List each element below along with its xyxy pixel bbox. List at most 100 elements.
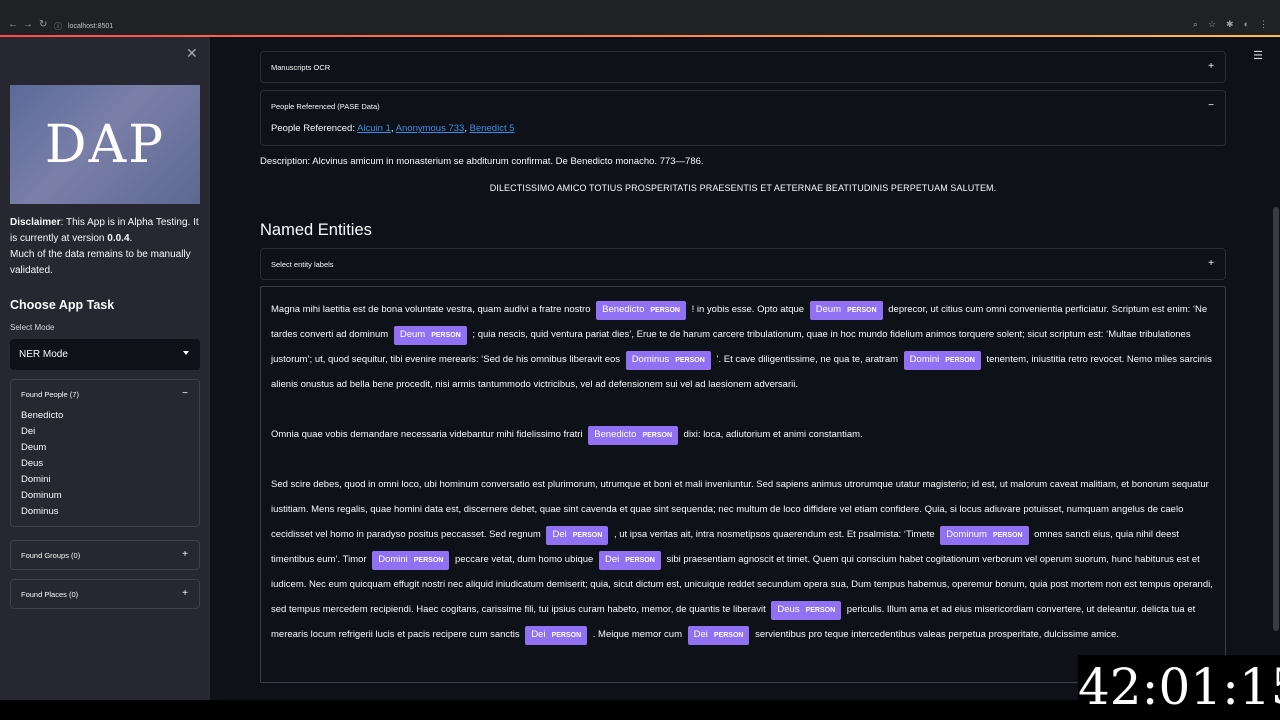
entity-label: PERSON [713, 632, 744, 639]
entity-highlight: Deum PERSON [809, 301, 883, 320]
entity-text: Benedicto [602, 304, 645, 315]
address-bar[interactable]: ⓘ localhost:8501 [54, 18, 1224, 34]
letter-description: Description: Alcvinus amicum in monaster… [260, 156, 704, 167]
pase-link[interactable]: Alcuin 1 [357, 123, 391, 134]
collapse-icon[interactable]: − [182, 388, 188, 399]
found-places-label: Found Places (0) [21, 589, 79, 599]
entity-labels-expander: Select entity labels + [260, 248, 1226, 280]
text-segment: ! in yobis esse. Opto atque [688, 304, 807, 315]
hamburger-menu-icon[interactable]: ☰ [1253, 49, 1263, 62]
entity-label: PERSON [650, 307, 680, 314]
entity-label: PERSON [431, 332, 461, 339]
entity-text: Deus [777, 604, 800, 615]
entity-text: Dei [693, 629, 708, 640]
chevron-down-icon [183, 351, 189, 355]
choose-task-heading: Choose App Task [10, 298, 115, 312]
ner-text-panel: Magna mihi laetitia est de bona voluntat… [260, 286, 1226, 683]
entity-labels-header[interactable]: Select entity labels [261, 249, 1225, 279]
logo-text: DAP [44, 114, 166, 175]
text-segment: , ut ipsa veritas ait, intra nosmetipsos… [611, 529, 938, 540]
found-places-expander: Found Places (0) + [10, 579, 200, 609]
entity-text: Domini [378, 554, 408, 565]
bottom-strip [0, 700, 1078, 720]
text-segment: Magna mihi laetitia est de bona voluntat… [271, 304, 594, 315]
expand-icon[interactable]: + [1208, 61, 1214, 72]
people-referenced-expander: People Referenced (PASE Data) − People R… [260, 90, 1226, 146]
entity-highlight: Deus PERSON [771, 601, 842, 620]
people-referenced-line: People Referenced: Alcuin 1, Anonymous 7… [271, 123, 515, 134]
manuscripts-label: Manuscripts OCR [271, 62, 331, 72]
entity-label: PERSON [642, 432, 673, 439]
main-content: ☰ Manuscripts OCR + People Referenced (P… [210, 37, 1280, 700]
found-person-item: Deum [21, 442, 47, 453]
profile-icon[interactable]: ◐ [1244, 19, 1249, 30]
found-person-item: Dominus [21, 506, 59, 517]
entity-highlight: Domini PERSON [372, 551, 450, 570]
entity-text: Dei [552, 529, 567, 540]
entity-text: Dominus [631, 354, 670, 365]
pase-link[interactable]: Anonymous 733 [396, 123, 465, 134]
found-people-label: Found People (7) [21, 389, 79, 399]
mode-select-value: NER Mode [19, 349, 68, 360]
ner-paragraph: Omnia quae vobis demandare necessaria vi… [271, 422, 1215, 447]
entity-text: Deum [815, 304, 842, 315]
entity-text: Deum [399, 329, 426, 340]
entity-highlight: Domini PERSON [903, 351, 981, 370]
found-groups-expander: Found Groups (0) + [10, 540, 200, 570]
entity-highlight: Dei PERSON [525, 626, 588, 645]
found-people-expander: Found People (7) − Benedicto Dei Deum Deus D… [10, 379, 200, 527]
entity-highlight: Deum PERSON [393, 326, 467, 345]
entity-text: Dei [604, 554, 620, 565]
expand-icon[interactable]: + [1208, 258, 1214, 269]
entity-highlight: Benedicto PERSON [588, 426, 679, 445]
text-segment: dixi: loca, adiutorium et animi constant… [681, 429, 863, 440]
disclaimer-period: . [129, 233, 133, 244]
reload-icon[interactable]: ↻ [39, 19, 47, 30]
close-sidebar-icon[interactable]: ✕ [186, 45, 198, 62]
people-referenced-header[interactable]: People Referenced (PASE Data) [261, 91, 1225, 121]
expand-icon[interactable]: + [182, 588, 188, 599]
entity-text: Benedicto [594, 429, 637, 440]
pase-link[interactable]: Benedict 5 [470, 123, 515, 134]
disclaimer-note: Much of the data remains to be manually … [10, 249, 191, 276]
found-person-item: Dominum [21, 490, 62, 501]
entity-label: PERSON [675, 357, 705, 364]
back-icon[interactable]: ← [8, 19, 18, 30]
bookmark-star-icon[interactable]: ☆ [1208, 19, 1216, 30]
found-person-item: Domini [21, 474, 51, 485]
zoom-icon[interactable]: ⌕ [1193, 19, 1198, 30]
manuscripts-header[interactable]: Manuscripts OCR [261, 52, 1225, 82]
found-person-item: Dei [21, 426, 36, 437]
found-places-header[interactable]: Found Places (0) [11, 580, 199, 608]
found-person-item: Benedicto [21, 410, 64, 421]
app-version: 0.0.4 [107, 233, 130, 244]
letter-salutation: DILECTISSIMO AMICO TOTIUS PROSPERITATIS … [489, 183, 997, 193]
text-segment: peccare vetat, dum homo ubique [452, 554, 596, 565]
text-segment: ’. Et cave diligentissime, ne qua te, ar… [713, 354, 901, 365]
entity-label: PERSON [805, 607, 836, 614]
expand-icon[interactable]: + [182, 549, 188, 560]
entity-label: PERSON [551, 632, 582, 639]
scrollbar[interactable] [1273, 207, 1279, 631]
entity-highlight: Dei PERSON [598, 551, 661, 570]
found-people-header[interactable]: Found People (7) [11, 380, 199, 408]
text-segment: . Meique memor cum [590, 629, 685, 640]
browser-menu-icon[interactable]: ⋮ [1259, 19, 1268, 30]
entity-highlight: Dominus PERSON [625, 351, 711, 370]
timer-overlay: 42:01:15 [1078, 655, 1280, 720]
people-referenced-label: People Referenced (PASE Data) [271, 101, 380, 111]
ner-paragraph: Magna mihi laetitia est de bona voluntat… [271, 297, 1215, 397]
collapse-icon[interactable]: − [1208, 100, 1214, 111]
extensions-icon[interactable]: ✱ [1226, 19, 1234, 30]
found-people-list: Benedicto Dei Deum Deus Domini Dominum Dominus [11, 408, 199, 526]
info-icon[interactable]: ⓘ [54, 21, 62, 32]
text-segment: servientibus pro teque intercedentibus v… [752, 629, 1119, 640]
select-mode-label: Select Mode [10, 323, 55, 332]
text-segment: Omnia quae vobis demandare necessaria vi… [271, 429, 586, 440]
mode-select[interactable]: NER Mode [10, 339, 200, 370]
browser-toolbar: ← → ↻ ⓘ localhost:8501 ⌕ ☆ ✱ ◐ ⋮ [0, 0, 1280, 36]
entity-label: PERSON [625, 557, 655, 564]
forward-icon[interactable]: → [23, 19, 33, 30]
found-groups-header[interactable]: Found Groups (0) [11, 541, 199, 569]
entity-label: PERSON [847, 307, 877, 314]
